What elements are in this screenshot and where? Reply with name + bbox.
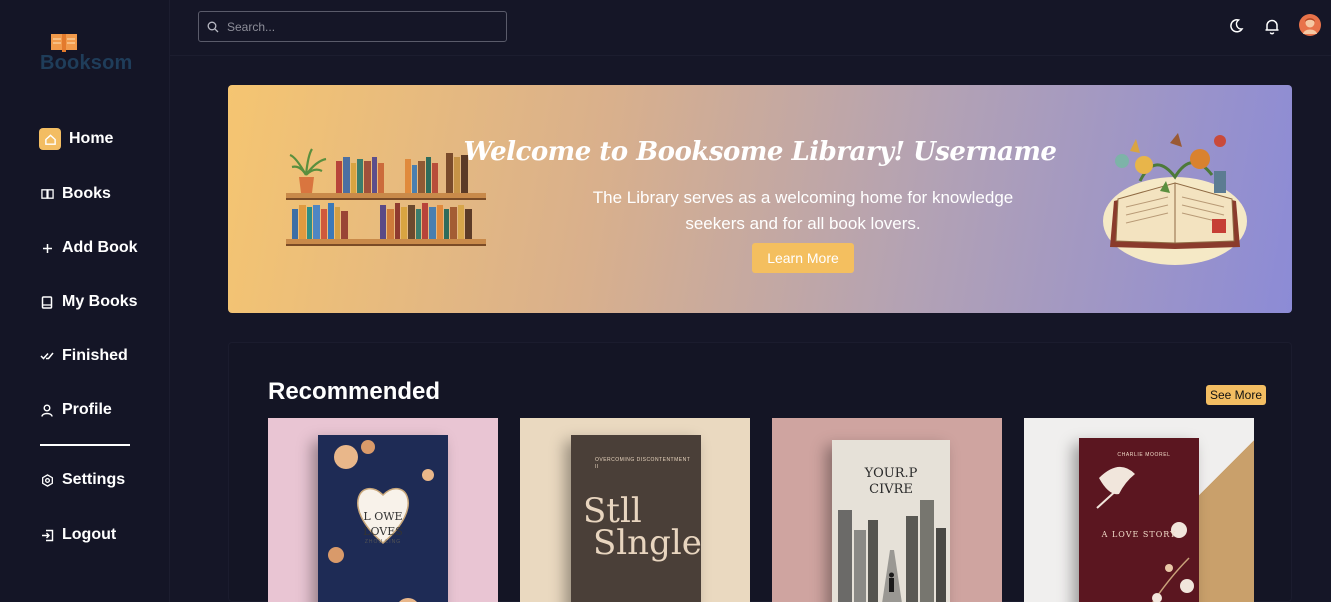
moon-icon[interactable] xyxy=(1226,16,1246,36)
sidebar-item-books[interactable]: Books xyxy=(40,182,111,206)
gear-icon xyxy=(40,473,54,487)
book-icon xyxy=(40,295,54,309)
search-input[interactable] xyxy=(227,19,487,34)
double-check-icon xyxy=(40,349,54,363)
welcome-banner: Welcome to Booksome Library! Username Th… xyxy=(228,85,1292,313)
logo-text: Booksom xyxy=(40,52,133,74)
book-open-icon xyxy=(40,187,54,201)
banner-subtitle: The Library serves as a welcoming home f… xyxy=(592,188,1014,233)
book-title-line2: CIVRE xyxy=(869,482,913,497)
book-title: A LOVE STORY xyxy=(1101,530,1177,539)
bird-floral-illustration xyxy=(1096,466,1194,602)
user-icon xyxy=(40,403,54,417)
book-card[interactable]: L OWE LOVES ZHOU LING xyxy=(268,418,498,602)
sidebar-item-label: My Books xyxy=(62,293,138,310)
open-book-illustration xyxy=(1103,133,1247,265)
book-card[interactable]: CHARLIE MOOREL A LOVE STORY xyxy=(1024,418,1254,602)
sidebar-item-home[interactable]: Home xyxy=(39,127,114,151)
book-title-line2: Slngle xyxy=(593,523,702,563)
book-title: YOUR.P xyxy=(864,466,918,481)
sidebar: Booksom Home Books Add Book My Books Fin… xyxy=(0,0,170,602)
sidebar-item-label: Logout xyxy=(62,526,117,543)
recommended-section: Recommended See More L OWE LOVES ZHOU LI… xyxy=(228,342,1292,602)
book-title: L OWE xyxy=(363,510,403,523)
sidebar-divider xyxy=(40,444,130,446)
book-card[interactable]: YOUR.P CIVRE xyxy=(772,418,1002,602)
open-book-logo-icon xyxy=(51,34,77,52)
book-card[interactable]: OVERCOMING DISCONTENTMENT II Stll Slngle xyxy=(520,418,750,602)
book-subtitle: OVERCOMING DISCONTENTMENT II xyxy=(595,457,691,470)
book-cover: OVERCOMING DISCONTENTMENT II Stll Slngle xyxy=(571,435,702,602)
book-title-line2: LOVES xyxy=(363,525,403,538)
sidebar-item-label: Home xyxy=(69,130,114,147)
logo[interactable]: Booksom xyxy=(40,30,132,76)
sidebar-item-my-books[interactable]: My Books xyxy=(40,290,138,314)
see-more-button[interactable]: See More xyxy=(1206,385,1267,405)
topbar xyxy=(170,0,1331,56)
sidebar-item-logout[interactable]: Logout xyxy=(40,523,116,547)
bell-icon[interactable] xyxy=(1262,16,1282,36)
search-box[interactable] xyxy=(198,11,507,42)
learn-more-button[interactable]: Learn More xyxy=(752,243,854,273)
sidebar-item-label: Settings xyxy=(62,471,126,488)
plus-icon xyxy=(40,241,54,255)
avatar[interactable] xyxy=(1299,14,1321,36)
sidebar-item-add-book[interactable]: Add Book xyxy=(40,236,138,260)
section-title: Recommended xyxy=(268,378,441,405)
sidebar-item-label: Books xyxy=(62,185,111,202)
sidebar-item-finished[interactable]: Finished xyxy=(40,344,128,368)
book-author: CHARLIE MOOREL xyxy=(1117,452,1171,458)
book-cover: YOUR.P CIVRE xyxy=(832,440,950,602)
logout-icon xyxy=(40,528,54,542)
book-author: ZHOU LING xyxy=(364,539,402,545)
sidebar-item-profile[interactable]: Profile xyxy=(40,398,112,422)
sidebar-item-label: Finished xyxy=(62,347,128,364)
sidebar-item-label: Profile xyxy=(62,401,112,418)
sidebar-item-label: Add Book xyxy=(62,239,138,256)
sidebar-item-settings[interactable]: Settings xyxy=(40,468,125,492)
city-illustration xyxy=(838,500,946,602)
search-icon xyxy=(207,21,219,32)
book-cover: L OWE LOVES ZHOU LING xyxy=(318,435,448,602)
book-cover: CHARLIE MOOREL A LOVE STORY xyxy=(1079,438,1199,602)
home-icon xyxy=(39,128,61,150)
